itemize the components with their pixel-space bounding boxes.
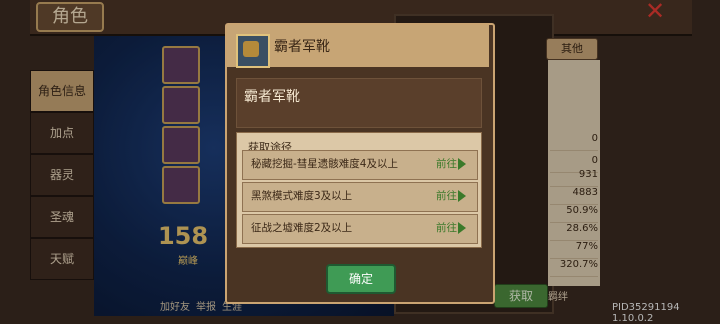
confirm-button[interactable]: 确定 <box>326 264 396 294</box>
play-arrow-icon[interactable] <box>458 158 466 170</box>
goto-link[interactable]: 前往 <box>436 182 457 210</box>
source-text: 征战之墟难度2及以上 <box>251 222 353 234</box>
boots-icon-glyph <box>243 41 259 57</box>
source-text: 秘藏挖掘-彗星遗骸难度4及以上 <box>251 158 398 170</box>
source-text: 黑煞模式难度3及以上 <box>251 190 353 202</box>
play-arrow-icon[interactable] <box>458 222 466 234</box>
goto-link[interactable]: 前往 <box>436 214 457 242</box>
goto-link[interactable]: 前往 <box>436 150 457 178</box>
dialog-title: 霸者军靴 <box>274 39 330 55</box>
item-name: 霸者军靴 <box>244 89 300 105</box>
play-arrow-icon[interactable] <box>458 190 466 202</box>
